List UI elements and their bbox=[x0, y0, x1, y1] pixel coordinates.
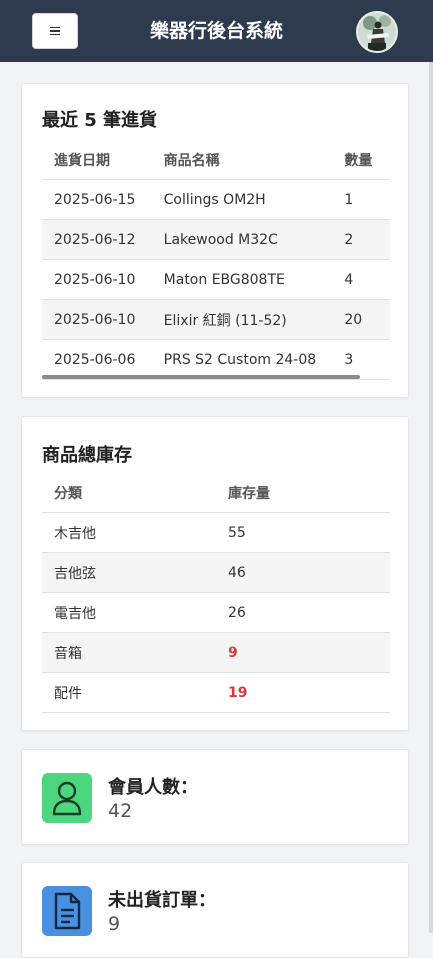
member-count-label: 會員人數： bbox=[108, 777, 198, 798]
col-product: 商品名稱 bbox=[151, 140, 333, 180]
col-category: 分類 bbox=[42, 473, 216, 513]
cell-product: Collings OM2H bbox=[151, 179, 333, 220]
member-count-card[interactable]: 會員人數： 42 bbox=[21, 749, 409, 845]
table-row: 2025-06-10 Maton EBG808TE 4 bbox=[42, 259, 390, 300]
col-stock: 庫存量 bbox=[216, 473, 390, 513]
document-icon bbox=[42, 886, 92, 936]
table-row: 電吉他 26 bbox=[42, 592, 390, 633]
table-row: 2025-06-10 Elixir 紅銅 (11-52) 20 bbox=[42, 299, 390, 340]
cell-product: Lakewood M32C bbox=[151, 219, 333, 260]
page-scrollbar[interactable] bbox=[429, 62, 433, 933]
cell-date: 2025-06-12 bbox=[42, 219, 152, 260]
cell-qty: 20 bbox=[332, 299, 390, 340]
table-row: 配件 19 bbox=[42, 672, 390, 713]
table-horizontal-scrollbar[interactable] bbox=[42, 375, 360, 379]
table-row: 2025-06-15 Collings OM2H 1 bbox=[42, 179, 390, 220]
inventory-table: 分類 庫存量 木吉他 55 吉他弦 46 電吉他 26 音箱 9 配件 19 bbox=[42, 473, 390, 713]
cell-stock-low: 9 bbox=[216, 632, 390, 673]
table-row: 吉他弦 46 bbox=[42, 552, 390, 593]
cell-date: 2025-06-06 bbox=[42, 339, 152, 380]
cell-product: PRS S2 Custom 24-08 bbox=[151, 339, 333, 380]
recent-purchases-table: 進貨日期 商品名稱 數量 2025-06-15 Collings OM2H 1 … bbox=[42, 140, 390, 380]
inventory-table-wrap: 分類 庫存量 木吉他 55 吉他弦 46 電吉他 26 音箱 9 配件 19 bbox=[42, 473, 390, 713]
cell-qty: 1 bbox=[332, 179, 390, 220]
menu-toggle-button[interactable] bbox=[32, 13, 78, 49]
recent-purchases-card: 最近 5 筆進貨 進貨日期 商品名稱 數量 2025-06-15 Colling… bbox=[21, 83, 409, 398]
cell-date: 2025-06-15 bbox=[42, 179, 152, 220]
table-row: 音箱 9 bbox=[42, 632, 390, 673]
cell-stock: 55 bbox=[216, 512, 390, 553]
member-icon bbox=[42, 773, 92, 823]
pending-orders-value: 9 bbox=[108, 913, 121, 935]
user-avatar[interactable] bbox=[356, 11, 398, 53]
cell-category: 配件 bbox=[42, 672, 216, 713]
cell-date: 2025-06-10 bbox=[42, 299, 152, 340]
person-glyph-icon bbox=[52, 781, 82, 816]
table-row: 2025-06-06 PRS S2 Custom 24-08 3 bbox=[42, 339, 390, 380]
cell-stock: 26 bbox=[216, 592, 390, 633]
col-qty: 數量 bbox=[332, 140, 390, 180]
cell-category: 吉他弦 bbox=[42, 552, 216, 593]
cell-product: Maton EBG808TE bbox=[151, 259, 333, 300]
table-row: 木吉他 55 bbox=[42, 512, 390, 553]
cell-stock-low: 19 bbox=[216, 672, 390, 713]
document-glyph-icon bbox=[54, 892, 81, 930]
cell-date: 2025-06-10 bbox=[42, 259, 152, 300]
cell-qty: 2 bbox=[332, 219, 390, 260]
cell-category: 音箱 bbox=[42, 632, 216, 673]
cell-category: 木吉他 bbox=[42, 512, 216, 553]
cell-qty: 4 bbox=[332, 259, 390, 300]
cell-qty: 3 bbox=[332, 339, 390, 380]
recent-purchases-table-wrap[interactable]: 進貨日期 商品名稱 數量 2025-06-15 Collings OM2H 1 … bbox=[42, 140, 390, 380]
top-navbar: 樂器行後台系統 bbox=[0, 0, 433, 62]
inventory-title: 商品總庫存 bbox=[42, 445, 132, 466]
col-date: 進貨日期 bbox=[42, 140, 152, 180]
table-row: 2025-06-12 Lakewood M32C 2 bbox=[42, 219, 390, 260]
inventory-card: 商品總庫存 分類 庫存量 木吉他 55 吉他弦 46 電吉他 26 音箱 9 配… bbox=[21, 416, 409, 731]
recent-purchases-title: 最近 5 筆進貨 bbox=[42, 110, 158, 131]
pending-orders-card[interactable]: 未出貨訂單： 9 bbox=[21, 862, 409, 958]
hamburger-icon bbox=[50, 26, 60, 36]
cell-product: Elixir 紅銅 (11-52) bbox=[151, 299, 333, 340]
pending-orders-label: 未出貨訂單： bbox=[108, 890, 216, 911]
avatar-photo-icon bbox=[358, 13, 396, 51]
cell-category: 電吉他 bbox=[42, 592, 216, 633]
cell-stock: 46 bbox=[216, 552, 390, 593]
member-count-value: 42 bbox=[108, 800, 133, 822]
